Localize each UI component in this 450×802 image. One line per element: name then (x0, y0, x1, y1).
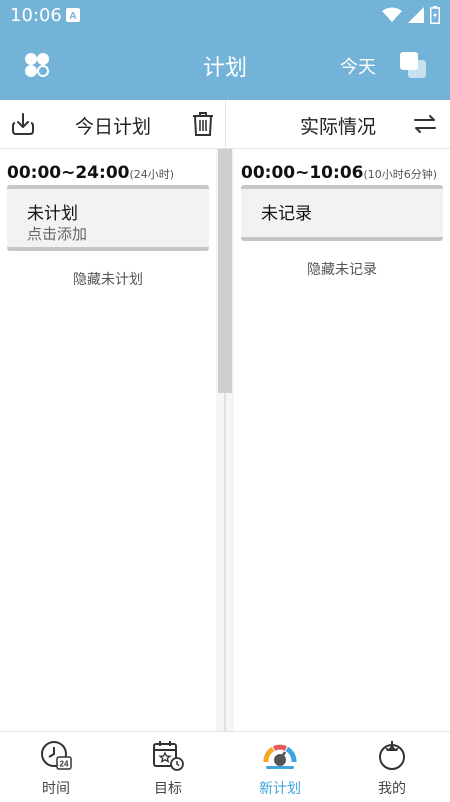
plan-content: 00:00~24:00(24小时) 未计划 点击添加 隐藏未计划 00:00~1… (0, 149, 450, 731)
battery-icon (430, 6, 440, 24)
a-icon: A (66, 8, 80, 22)
svg-text:A: A (69, 11, 76, 22)
actual-card[interactable]: 未记录 (241, 185, 443, 241)
plan-range-text: 00:00~24:00 (7, 163, 130, 183)
nav-label-mine: 我的 (378, 781, 406, 797)
copy-icon[interactable] (398, 50, 428, 80)
plan-card[interactable]: 未计划 点击添加 (7, 185, 209, 251)
calendar-goal-icon (153, 741, 184, 771)
scrollbar-thumb[interactable] (218, 149, 232, 393)
actual-duration: (10小时6分钟) (363, 168, 438, 181)
plan-card-title: 未计划 (27, 204, 78, 224)
trash-icon[interactable] (190, 110, 216, 138)
status-time: 10:06 (10, 5, 62, 26)
new-plan-icon (263, 744, 297, 769)
nav-label-new-plan: 新计划 (259, 781, 301, 797)
tomato-icon (379, 741, 405, 770)
bottom-nav: 24 时间 目标 新计划 我的 (0, 731, 450, 802)
plan-time-range: 00:00~24:00(24小时) (7, 163, 174, 183)
scrollbar[interactable] (216, 149, 234, 731)
hide-unrecorded-link[interactable]: 隐藏未记录 (234, 259, 450, 279)
nav-label-goal: 目标 (154, 781, 182, 797)
signal-icon (408, 7, 424, 23)
toolbar-divider (225, 100, 226, 148)
nav-item-mine[interactable]: 我的 (336, 738, 448, 798)
nav-item-new-plan[interactable]: 新计划 (224, 738, 336, 798)
swap-icon[interactable] (412, 112, 438, 136)
actual-column: 00:00~10:06(10小时6分钟) 未记录 隐藏未记录 (234, 149, 450, 731)
plan-toolbar: 今日计划 实际情况 (0, 100, 450, 149)
plan-column: 00:00~24:00(24小时) 未计划 点击添加 隐藏未计划 (0, 149, 216, 731)
actual-title: 实际情况 (299, 116, 376, 138)
actual-time-range: 00:00~10:06(10小时6分钟) (241, 163, 437, 183)
page-title: 计划 (202, 56, 247, 81)
actual-card-title: 未记录 (261, 204, 312, 224)
status-bar: 10:06 A (0, 0, 450, 32)
plan-duration: (24小时) (129, 168, 175, 181)
svg-text:24: 24 (60, 760, 69, 769)
wifi-icon (382, 7, 402, 22)
clock-24-icon: 24 (41, 741, 72, 770)
plan-card-subtitle: 点击添加 (27, 225, 88, 243)
actual-range-text: 00:00~10:06 (241, 163, 364, 183)
nav-item-goal[interactable]: 目标 (112, 738, 224, 798)
system-icons (382, 6, 440, 24)
scrollbar-track (224, 393, 226, 731)
today-button[interactable]: 今天 (340, 53, 376, 79)
today-plan-title: 今日计划 (74, 116, 151, 138)
download-icon[interactable] (10, 111, 36, 137)
hide-unplanned-link[interactable]: 隐藏未计划 (0, 269, 216, 289)
app-bar: 计划 今天 (0, 32, 450, 100)
nav-item-time[interactable]: 24 时间 (0, 738, 112, 798)
nav-label-time: 时间 (42, 781, 70, 797)
